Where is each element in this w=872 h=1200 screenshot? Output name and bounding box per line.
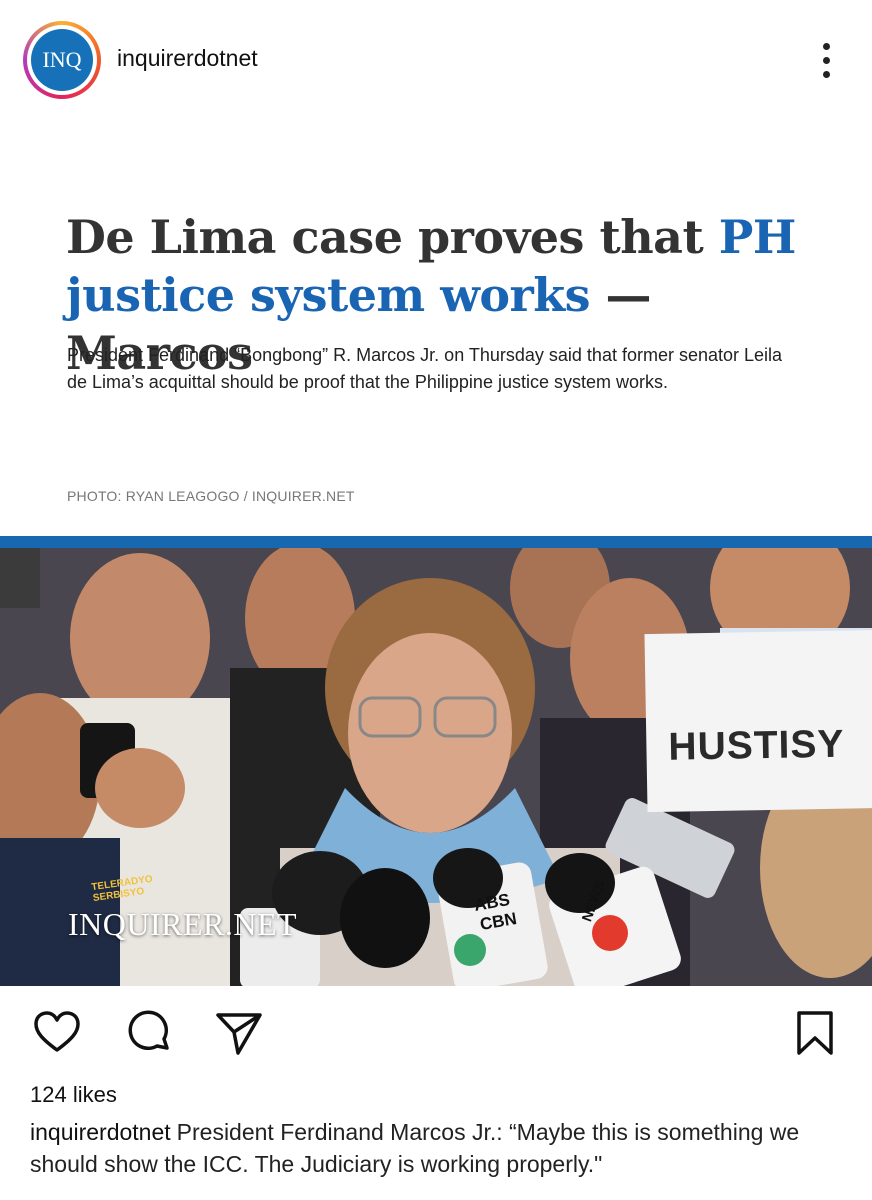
save-button[interactable] (790, 1008, 840, 1058)
photo-credit: PHOTO: RYAN LEAGOGO / INQUIRER.NET (67, 488, 355, 504)
heart-icon (34, 1011, 80, 1052)
share-button[interactable] (214, 1008, 264, 1058)
sign-text: HUSTISY (668, 722, 845, 769)
action-bar (0, 996, 872, 1066)
bookmark-icon (797, 1011, 833, 1055)
post-caption: inquirerdotnet President Ferdinand Marcos… (30, 1116, 850, 1180)
like-button[interactable] (32, 1008, 82, 1058)
more-vertical-icon-dot (823, 71, 830, 78)
comment-button[interactable] (124, 1008, 174, 1058)
protest-sign: HUSTISY (644, 629, 872, 813)
caption-username[interactable]: inquirerdotnet (30, 1119, 171, 1145)
avatar[interactable]: INQ (23, 21, 101, 99)
headline-part1: De Lima case proves that (66, 210, 719, 264)
avatar-border: INQ (27, 25, 97, 95)
post-header: INQ inquirerdotnet (0, 0, 872, 120)
more-vertical-icon (823, 43, 830, 50)
likes-count[interactable]: 124 likes (30, 1082, 117, 1108)
watermark: INQUIRER.NET (68, 906, 298, 942)
send-icon (216, 1013, 262, 1055)
avatar-logo: INQ (31, 29, 93, 91)
more-vertical-icon-dot (823, 57, 830, 64)
post-photo[interactable]: HUSTISY ABS CBN NEWS TELERADYO SERBISYO … (0, 548, 872, 986)
comment-icon (128, 1010, 169, 1050)
divider-bar (0, 536, 872, 548)
more-options-button[interactable] (810, 40, 842, 80)
username[interactable]: inquirerdotnet (117, 45, 258, 72)
article-summary: President Ferdinand “Bongbong” R. Marcos… (67, 345, 783, 392)
